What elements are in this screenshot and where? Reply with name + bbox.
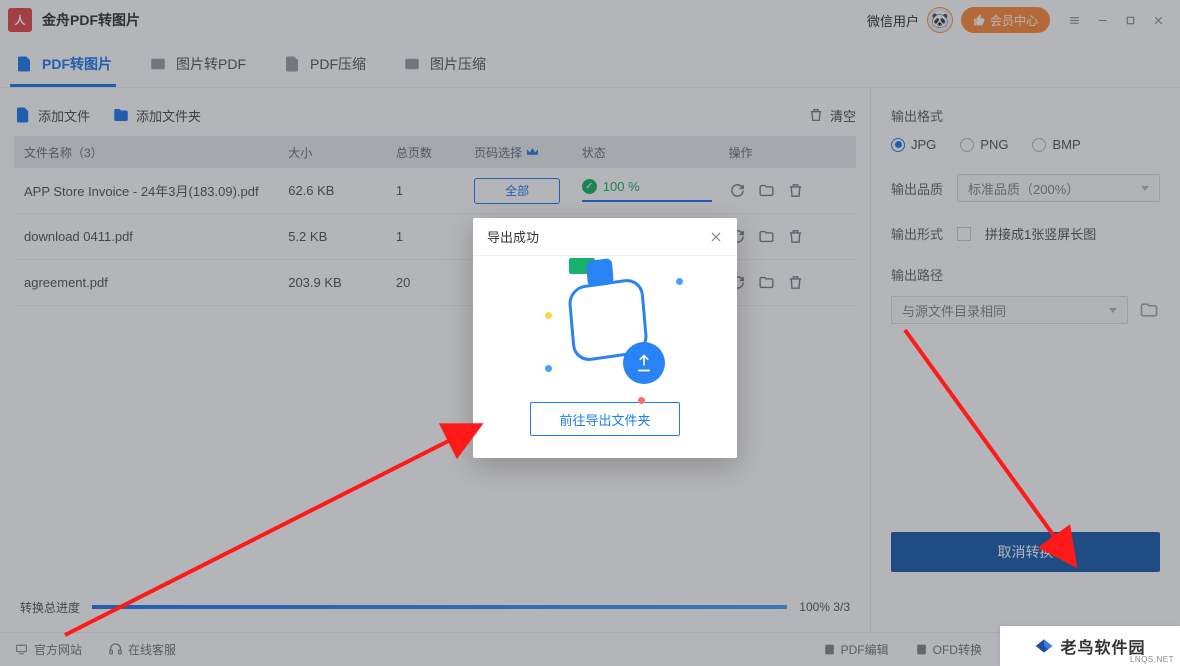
watermark: 老鸟软件园 LNQS.NET [1000, 626, 1180, 666]
close-icon[interactable] [709, 230, 723, 244]
watermark-logo-icon [1034, 636, 1054, 656]
goto-folder-button[interactable]: 前往导出文件夹 [530, 402, 680, 436]
watermark-sub: LNQS.NET [1130, 655, 1174, 664]
share-icon [634, 353, 654, 373]
modal-title: 导出成功 [487, 227, 539, 246]
success-illustration [525, 274, 685, 384]
export-success-modal: 导出成功 前往导出文件夹 [473, 218, 737, 458]
